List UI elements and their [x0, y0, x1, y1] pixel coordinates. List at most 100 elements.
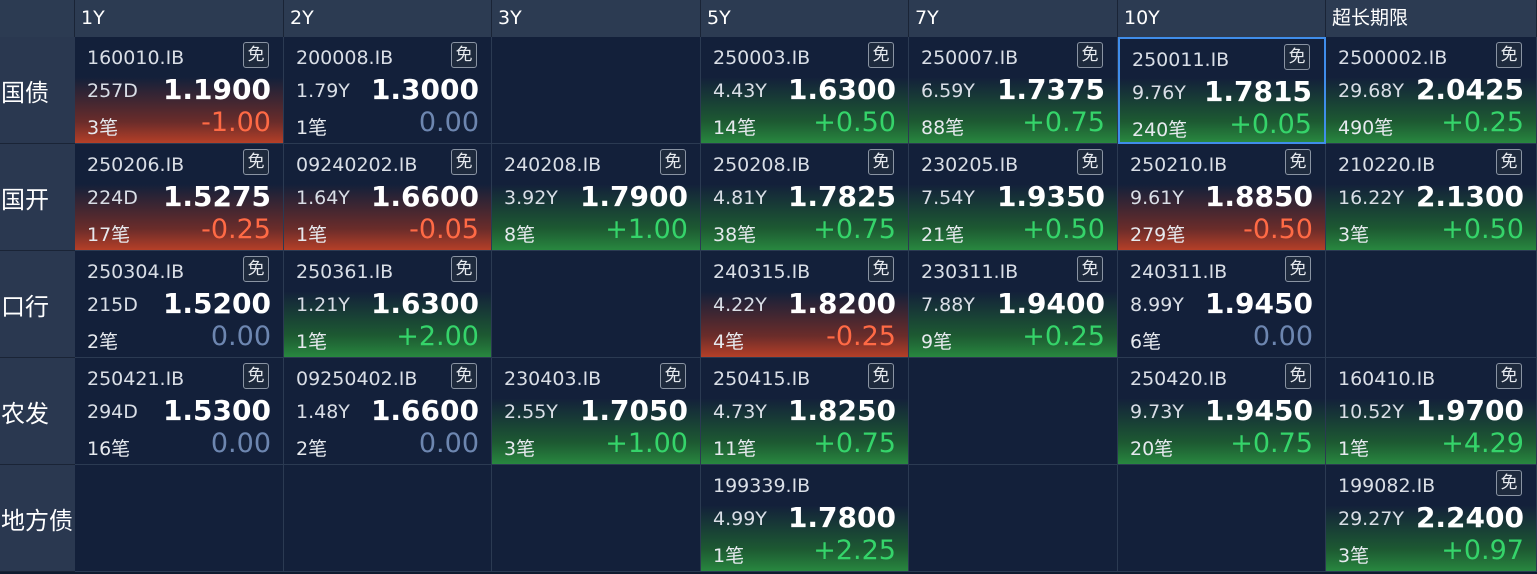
tax-exempt-badge: 免: [868, 256, 894, 282]
yield-value: 1.9400: [996, 287, 1105, 320]
tax-exempt-badge: 免: [1285, 363, 1311, 389]
yield-change: +4.29: [1441, 428, 1524, 459]
quote-cell[interactable]: 250420.IB 免 9.73Y 1.9450 20笔 +0.75: [1118, 358, 1326, 465]
quote-cell[interactable]: 2500002.IB 免 29.68Y 2.0425 490笔 +0.25: [1326, 37, 1537, 144]
quote-cell[interactable]: 250011.IB 免 9.76Y 1.7815 240笔 +0.05: [1118, 37, 1326, 144]
quote-cell[interactable]: 160410.IB 免 10.52Y 1.9700 1笔 +4.29: [1326, 358, 1537, 465]
column-header-1y[interactable]: 1Y: [75, 0, 284, 37]
column-header-7y[interactable]: 7Y: [909, 0, 1118, 37]
trade-count: 1笔: [1338, 438, 1370, 460]
yield-value: 1.5200: [162, 287, 271, 320]
remaining-tenor: 6.59Y: [921, 80, 975, 102]
quote-cell[interactable]: 160010.IB 免 257D 1.1900 3笔 -1.00: [75, 37, 284, 144]
yield-value: 1.9700: [1415, 394, 1524, 427]
column-header-3y[interactable]: 3Y: [492, 0, 701, 37]
quote-cell[interactable]: 250415.IB 免 4.73Y 1.8250 11笔 +0.75: [701, 358, 909, 465]
quote-cell[interactable]: 200008.IB 免 1.79Y 1.3000 1笔 0.00: [284, 37, 492, 144]
yield-value: 1.6300: [787, 73, 896, 106]
quote-cell[interactable]: 199082.IB 免 29.27Y 2.2400 3笔 +0.97: [1326, 465, 1537, 572]
remaining-tenor: 8.99Y: [1130, 294, 1184, 316]
empty-cell: [492, 465, 701, 572]
yield-change: +1.00: [605, 214, 688, 245]
column-header-超长期限[interactable]: 超长期限: [1326, 0, 1537, 37]
quote-cell[interactable]: 230205.IB 免 7.54Y 1.9350 21笔 +0.50: [909, 144, 1118, 251]
quote-cell[interactable]: 09240202.IB 免 1.64Y 1.6600 1笔 -0.05: [284, 144, 492, 251]
quote-cell[interactable]: 250210.IB 免 9.61Y 1.8850 279笔 -0.50: [1118, 144, 1326, 251]
remaining-tenor: 9.76Y: [1132, 82, 1186, 104]
empty-cell: [1118, 465, 1326, 572]
yield-change: +0.50: [1441, 214, 1524, 245]
quote-cell[interactable]: 199339.IB 4.99Y 1.7800 1笔 +2.25: [701, 465, 909, 572]
trade-count: 21笔: [921, 224, 965, 246]
bond-code: 250420.IB: [1130, 368, 1228, 390]
trade-count: 240笔: [1132, 119, 1188, 141]
row-label[interactable]: 国开: [0, 144, 75, 251]
empty-cell: [492, 251, 701, 358]
quote-cell[interactable]: 09250402.IB 免 1.48Y 1.6600 2笔 0.00: [284, 358, 492, 465]
row-label[interactable]: 地方债: [0, 465, 75, 572]
column-header-10y[interactable]: 10Y: [1118, 0, 1326, 37]
remaining-tenor: 10.52Y: [1338, 401, 1404, 423]
column-header-2y[interactable]: 2Y: [284, 0, 492, 37]
quote-cell[interactable]: 230311.IB 免 7.88Y 1.9400 9笔 +0.25: [909, 251, 1118, 358]
empty-cell: [909, 358, 1118, 465]
remaining-tenor: 3.92Y: [504, 187, 558, 209]
quote-cell[interactable]: 240311.IB 免 8.99Y 1.9450 6笔 0.00: [1118, 251, 1326, 358]
bond-quote-board: 1Y 2Y 3Y 5Y 7Y 10Y 超长期限 国债 160010.IB 免 257D 1.1900…: [0, 0, 1537, 574]
trade-count: 490笔: [1338, 117, 1394, 139]
quote-cell[interactable]: 250003.IB 免 4.43Y 1.6300 14笔 +0.50: [701, 37, 909, 144]
quote-cell[interactable]: 250361.IB 免 1.21Y 1.6300 1笔 +2.00: [284, 251, 492, 358]
remaining-tenor: 7.88Y: [921, 294, 975, 316]
yield-change: -0.05: [409, 214, 479, 245]
remaining-tenor: 1.48Y: [296, 401, 350, 423]
yield-change: +0.05: [1229, 109, 1312, 140]
yield-change: +0.75: [813, 428, 896, 459]
bond-code: 250003.IB: [713, 47, 811, 69]
header-corner: [0, 0, 75, 37]
quote-cell[interactable]: 210220.IB 免 16.22Y 2.1300 3笔 +0.50: [1326, 144, 1537, 251]
remaining-tenor: 4.81Y: [713, 187, 767, 209]
trade-count: 17笔: [87, 224, 131, 246]
bond-code: 200008.IB: [296, 47, 394, 69]
tax-exempt-badge: 免: [243, 149, 269, 175]
quote-cell[interactable]: 250421.IB 免 294D 1.5300 16笔 0.00: [75, 358, 284, 465]
quote-cell[interactable]: 250007.IB 免 6.59Y 1.7375 88笔 +0.75: [909, 37, 1118, 144]
quote-cell[interactable]: 250304.IB 免 215D 1.5200 2笔 0.00: [75, 251, 284, 358]
yield-change: +1.00: [605, 428, 688, 459]
quote-cell[interactable]: 250206.IB 免 224D 1.5275 17笔 -0.25: [75, 144, 284, 251]
bond-code: 240208.IB: [504, 154, 602, 176]
yield-change: -0.25: [826, 321, 896, 352]
bond-code: 230311.IB: [921, 261, 1019, 283]
bond-code: 230205.IB: [921, 154, 1019, 176]
tax-exempt-badge: 免: [868, 149, 894, 175]
yield-value: 1.5275: [162, 180, 271, 213]
trade-count: 3笔: [1338, 224, 1370, 246]
bond-code: 250361.IB: [296, 261, 394, 283]
quote-cell[interactable]: 230403.IB 免 2.55Y 1.7050 3笔 +1.00: [492, 358, 701, 465]
tax-exempt-badge: 免: [451, 42, 477, 68]
remaining-tenor: 257D: [87, 80, 138, 102]
yield-value: 1.7815: [1203, 75, 1312, 108]
bond-code: 250007.IB: [921, 47, 1019, 69]
quote-cell[interactable]: 240315.IB 免 4.22Y 1.8200 4笔 -0.25: [701, 251, 909, 358]
trade-count: 88笔: [921, 117, 965, 139]
column-header-5y[interactable]: 5Y: [701, 0, 909, 37]
quote-cell[interactable]: 240208.IB 免 3.92Y 1.7900 8笔 +1.00: [492, 144, 701, 251]
trade-count: 279笔: [1130, 224, 1186, 246]
row-label[interactable]: 国债: [0, 37, 75, 144]
yield-change: 0.00: [210, 321, 271, 352]
trade-count: 4笔: [713, 331, 745, 353]
yield-change: -0.50: [1243, 214, 1313, 245]
yield-change: 0.00: [418, 107, 479, 138]
quote-cell[interactable]: 250208.IB 免 4.81Y 1.7825 38笔 +0.75: [701, 144, 909, 251]
trade-count: 2笔: [87, 331, 119, 353]
row-label[interactable]: 口行: [0, 251, 75, 358]
trade-count: 16笔: [87, 438, 131, 460]
trade-count: 11笔: [713, 438, 757, 460]
yield-change: +0.25: [1022, 321, 1105, 352]
tax-exempt-badge: 免: [1077, 42, 1103, 68]
yield-value: 2.1300: [1415, 180, 1524, 213]
empty-cell: [909, 465, 1118, 572]
yield-change: -1.00: [201, 107, 271, 138]
row-label[interactable]: 农发: [0, 358, 75, 465]
